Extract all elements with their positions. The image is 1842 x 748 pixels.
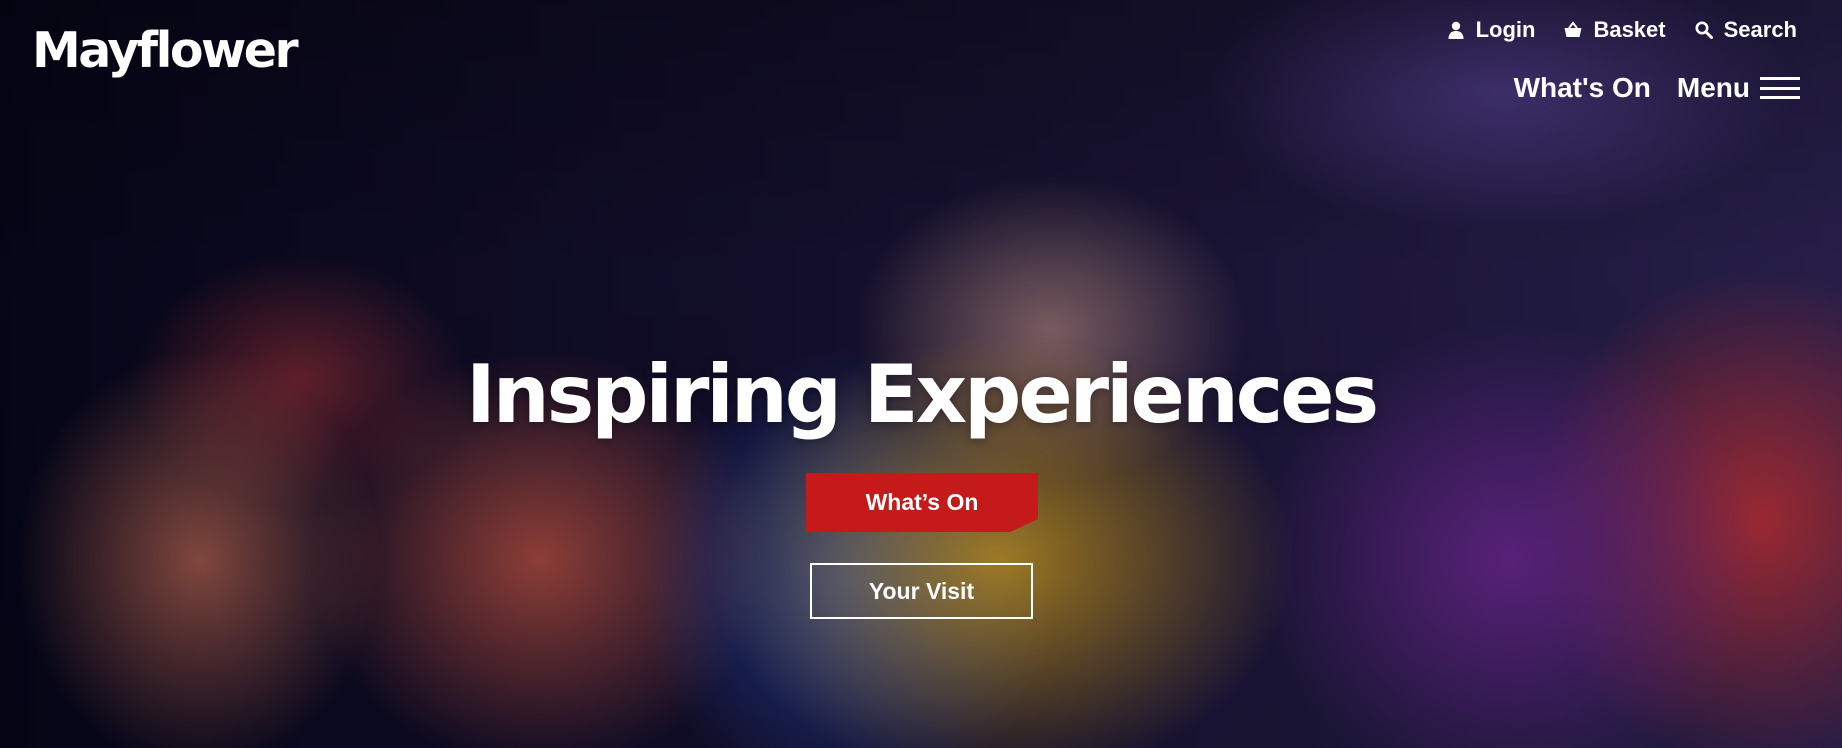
site-logo[interactable]: Mayflower bbox=[32, 26, 299, 75]
login-label: Login bbox=[1475, 17, 1536, 42]
search-icon bbox=[1695, 21, 1713, 39]
search-label: Search bbox=[1723, 17, 1797, 42]
basket-link[interactable]: Basket bbox=[1563, 17, 1666, 43]
hero-banner: Mayflower Login Basket Search What's On bbox=[0, 0, 1842, 748]
menu-label: Menu bbox=[1676, 72, 1750, 103]
menu-button[interactable]: Menu bbox=[1677, 72, 1800, 104]
hamburger-icon bbox=[1760, 77, 1800, 99]
search-link[interactable]: Search bbox=[1694, 17, 1797, 43]
your-visit-button[interactable]: Your Visit bbox=[810, 563, 1033, 619]
basket-label: Basket bbox=[1593, 17, 1666, 42]
login-link[interactable]: Login bbox=[1446, 17, 1536, 43]
utility-nav: Login Basket Search bbox=[1446, 17, 1797, 43]
whats-on-button[interactable]: What’s On bbox=[806, 473, 1038, 532]
user-icon bbox=[1448, 21, 1464, 39]
basket-icon bbox=[1564, 21, 1582, 37]
main-nav: What's On Menu bbox=[1514, 72, 1800, 104]
hero-headline: Inspiring Experiences bbox=[465, 348, 1379, 441]
nav-whats-on[interactable]: What's On bbox=[1514, 72, 1651, 104]
